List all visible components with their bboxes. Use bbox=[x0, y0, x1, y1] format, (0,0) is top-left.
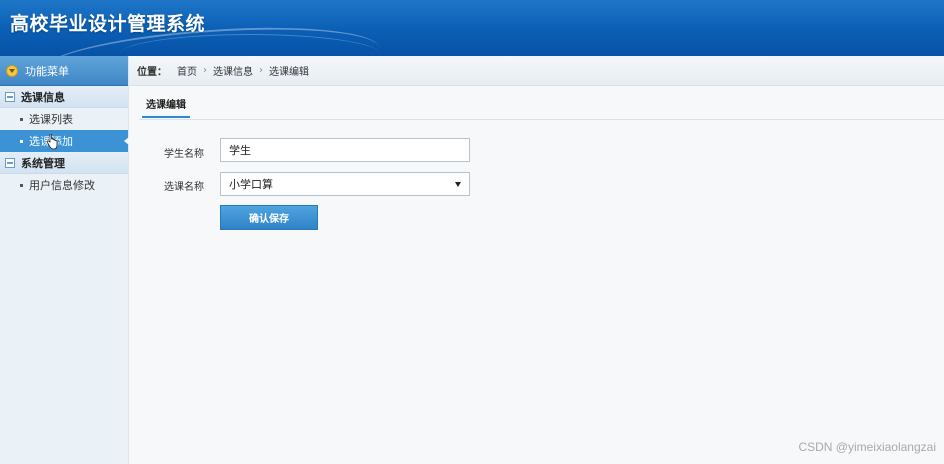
student-name-value: 学生 bbox=[229, 144, 251, 157]
bullet-icon bbox=[20, 139, 23, 143]
student-name-label: 学生名称 bbox=[164, 149, 204, 160]
breadcrumb-separator: › bbox=[259, 65, 263, 76]
breadcrumb-prefix: 位置： bbox=[137, 67, 167, 78]
collapse-icon bbox=[5, 157, 15, 168]
main-content: 位置： 首页 › 选课信息 › 选课编辑 选课编辑 学生名称 学生 选课名称 小… bbox=[129, 56, 944, 464]
course-name-value: 小学口算 bbox=[229, 178, 273, 191]
sidebar-item-course-add[interactable]: 选课添加 bbox=[0, 130, 129, 152]
tab-course-edit[interactable]: 选课编辑 bbox=[142, 96, 190, 118]
app-window: 高校毕业设计管理系统 功能菜单 选课信息 选课列表 选课添加 系统管理 bbox=[0, 0, 944, 464]
student-name-input[interactable]: 学生 bbox=[220, 138, 470, 162]
app-title: 高校毕业设计管理系统 bbox=[10, 13, 206, 35]
menu-header-label: 功能菜单 bbox=[25, 64, 69, 78]
sidebar-item-label: 用户信息修改 bbox=[29, 179, 95, 192]
sidebar-item-label: 选课列表 bbox=[29, 113, 73, 126]
watermark: CSDN @yimeixiaolangzai bbox=[798, 440, 936, 454]
sidebar-item-user-info[interactable]: 用户信息修改 bbox=[0, 174, 128, 196]
tab-bar: 选课编辑 bbox=[139, 86, 944, 120]
breadcrumb-course-info[interactable]: 选课信息 bbox=[213, 63, 253, 78]
menu-toggle-icon bbox=[6, 64, 18, 77]
header: 高校毕业设计管理系统 bbox=[0, 0, 944, 56]
breadcrumb-course-edit: 选课编辑 bbox=[269, 67, 309, 78]
dropdown-arrow-icon bbox=[455, 181, 461, 187]
bullet-icon bbox=[20, 117, 23, 121]
sidebar: 功能菜单 选课信息 选课列表 选课添加 系统管理 用户信息修改 bbox=[0, 56, 129, 464]
sidebar-group-system[interactable]: 系统管理 bbox=[0, 152, 128, 174]
breadcrumb: 位置： 首页 › 选课信息 › 选课编辑 bbox=[129, 56, 944, 86]
menu-header: 功能菜单 bbox=[0, 56, 128, 86]
collapse-icon bbox=[5, 91, 15, 102]
sidebar-group-course[interactable]: 选课信息 bbox=[0, 86, 128, 108]
confirm-save-button[interactable]: 确认保存 bbox=[220, 205, 318, 230]
hand-cursor-icon bbox=[46, 134, 58, 150]
sidebar-group-label: 选课信息 bbox=[21, 90, 65, 104]
sidebar-item-course-list[interactable]: 选课列表 bbox=[0, 108, 128, 130]
course-name-select[interactable]: 小学口算 bbox=[220, 172, 470, 196]
breadcrumb-home[interactable]: 首页 bbox=[177, 63, 197, 78]
sidebar-group-label: 系统管理 bbox=[21, 156, 65, 170]
breadcrumb-separator: › bbox=[203, 65, 207, 76]
course-name-label: 选课名称 bbox=[164, 182, 204, 193]
bullet-icon bbox=[20, 183, 23, 187]
